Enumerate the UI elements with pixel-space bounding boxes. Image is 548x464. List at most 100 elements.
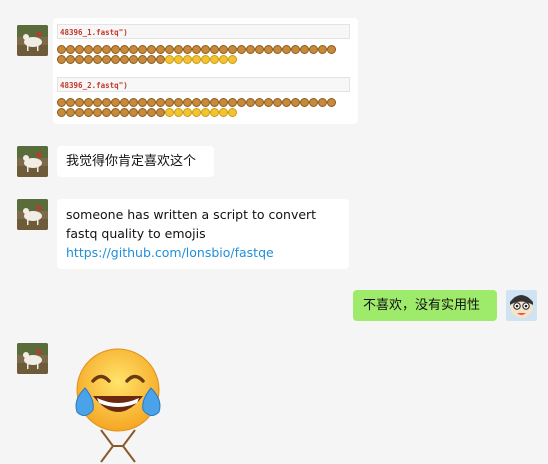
monkey-emoji-icon (129, 98, 138, 107)
code-line-1: 48396_1.fastq") (57, 24, 350, 39)
monkey-emoji-icon (57, 108, 66, 117)
monkey-emoji-icon (300, 45, 309, 54)
monkey-emoji-icon (219, 98, 228, 107)
monkey-emoji-icon (255, 98, 264, 107)
monkey-emoji-icon (255, 45, 264, 54)
monkey-emoji-icon (84, 45, 93, 54)
goat-photo-icon (17, 199, 48, 230)
monkey-emoji-icon (282, 45, 291, 54)
monkey-emoji-icon (165, 98, 174, 107)
monkey-emoji-icon (174, 55, 183, 64)
message-bubble[interactable]: someone has written a script to convert … (57, 199, 349, 269)
monkey-emoji-icon (138, 55, 147, 64)
monkey-emoji-icon (147, 55, 156, 64)
monkey-emoji-icon (192, 45, 201, 54)
monkey-emoji-icon (291, 45, 300, 54)
github-link[interactable]: https://github.com/lonsbio/fastqe (66, 245, 274, 260)
outgoing-message-bubble[interactable]: 不喜欢，没有实用性 (353, 290, 497, 321)
monkey-emoji-icon (228, 55, 237, 64)
monkey-emoji-icon (300, 98, 309, 107)
monkey-emoji-icon (192, 108, 201, 117)
monkey-emoji-icon (138, 45, 147, 54)
monkey-emoji-icon (84, 55, 93, 64)
sender-avatar[interactable] (17, 343, 48, 374)
monkey-emoji-icon (309, 98, 318, 107)
monkey-emoji-icon (57, 98, 66, 107)
goat-photo-icon (17, 343, 48, 374)
cartoon-avatar-icon (506, 290, 537, 321)
monkey-emoji-icon (129, 108, 138, 117)
monkey-emoji-icon (201, 108, 210, 117)
monkey-emoji-icon (93, 108, 102, 117)
monkey-emoji-icon (120, 55, 129, 64)
monkey-emoji-icon (111, 45, 120, 54)
monkey-emoji-icon (219, 45, 228, 54)
code-line-2: 48396_2.fastq") (57, 77, 350, 92)
monkey-emoji-icon (318, 98, 327, 107)
message-bubble[interactable]: 我觉得你肯定喜欢这个 (57, 146, 214, 177)
monkey-emoji-icon (111, 98, 120, 107)
monkey-emoji-icon (228, 108, 237, 117)
message-text: someone has written a script to convert … (66, 207, 317, 241)
monkey-emoji-icon (66, 98, 75, 107)
monkey-emoji-icon (57, 45, 66, 54)
monkey-emoji-icon (156, 45, 165, 54)
monkey-emoji-icon (264, 98, 273, 107)
chat-window: 48396_1.fastq") 48396_2.fastq") 我觉得你肯定喜欢… (0, 0, 548, 464)
monkey-emoji-icon (174, 98, 183, 107)
code-screenshot[interactable]: 48396_1.fastq") 48396_2.fastq") (53, 18, 358, 124)
emoji-row (57, 45, 336, 54)
monkey-emoji-icon (93, 45, 102, 54)
monkey-emoji-icon (219, 108, 228, 117)
monkey-emoji-icon (273, 98, 282, 107)
monkey-emoji-icon (210, 98, 219, 107)
sender-avatar[interactable] (17, 146, 48, 177)
goat-photo-icon (17, 25, 48, 56)
monkey-emoji-icon (156, 108, 165, 117)
sender-avatar[interactable] (17, 199, 48, 230)
monkey-emoji-icon (327, 45, 336, 54)
monkey-emoji-icon (147, 45, 156, 54)
monkey-emoji-icon (84, 108, 93, 117)
monkey-emoji-icon (327, 98, 336, 107)
monkey-emoji-icon (210, 108, 219, 117)
monkey-emoji-icon (192, 55, 201, 64)
monkey-emoji-icon (219, 55, 228, 64)
monkey-emoji-icon (246, 98, 255, 107)
monkey-emoji-icon (273, 45, 282, 54)
monkey-emoji-icon (282, 98, 291, 107)
monkey-emoji-icon (75, 55, 84, 64)
monkey-emoji-icon (66, 108, 75, 117)
monkey-emoji-icon (102, 108, 111, 117)
monkey-emoji-icon (183, 45, 192, 54)
monkey-emoji-icon (174, 108, 183, 117)
message-text: 不喜欢，没有实用性 (363, 298, 481, 313)
self-avatar[interactable] (506, 290, 537, 321)
emoji-row (57, 55, 237, 64)
monkey-emoji-icon (291, 98, 300, 107)
monkey-emoji-icon (183, 98, 192, 107)
monkey-emoji-icon (75, 108, 84, 117)
monkey-emoji-icon (129, 55, 138, 64)
monkey-emoji-icon (111, 55, 120, 64)
monkey-emoji-icon (309, 45, 318, 54)
monkey-emoji-icon (147, 98, 156, 107)
monkey-emoji-icon (165, 45, 174, 54)
emoji-row (57, 98, 336, 107)
sender-avatar[interactable] (17, 25, 48, 56)
monkey-emoji-icon (102, 55, 111, 64)
monkey-emoji-icon (246, 45, 255, 54)
monkey-emoji-icon (201, 98, 210, 107)
monkey-emoji-icon (201, 55, 210, 64)
monkey-emoji-icon (210, 45, 219, 54)
monkey-emoji-icon (165, 108, 174, 117)
monkey-emoji-icon (237, 98, 246, 107)
monkey-emoji-icon (165, 55, 174, 64)
monkey-emoji-icon (201, 45, 210, 54)
monkey-emoji-icon (93, 98, 102, 107)
monkey-emoji-icon (183, 108, 192, 117)
monkey-emoji-icon (210, 55, 219, 64)
monkey-emoji-icon (57, 55, 66, 64)
monkey-emoji-icon (93, 55, 102, 64)
sticker-message[interactable] (71, 348, 165, 464)
